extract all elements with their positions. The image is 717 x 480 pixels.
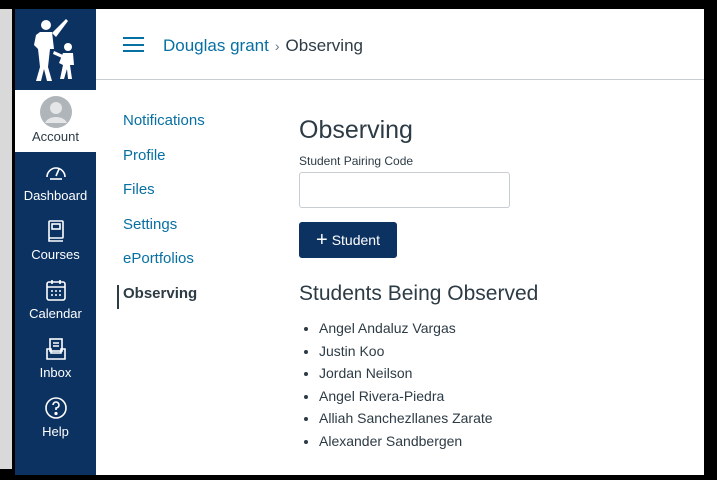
hamburger-menu-icon[interactable] xyxy=(123,37,144,52)
logo-icon xyxy=(33,18,74,81)
nav-courses-label: Courses xyxy=(31,247,80,262)
list-item: Angel Andaluz Vargas xyxy=(319,318,538,341)
menu-observing[interactable]: Observing xyxy=(117,284,205,309)
nav-inbox[interactable]: Inbox xyxy=(15,329,96,388)
menu-settings[interactable]: Settings xyxy=(123,216,205,251)
list-item: Justin Koo xyxy=(319,341,538,364)
observing-panel: Observing Student Pairing Code + Student… xyxy=(299,116,538,453)
list-item: Alliah Sanchezllanes Zarate xyxy=(319,408,538,431)
breadcrumb-user-link[interactable]: Douglas grant xyxy=(163,36,269,55)
inbox-icon xyxy=(44,337,68,361)
students-list: Angel Andaluz Vargas Justin Koo Jordan N… xyxy=(299,318,538,453)
help-icon xyxy=(44,396,68,420)
menu-eportfolios[interactable]: ePortfolios xyxy=(123,250,205,285)
dashboard-icon xyxy=(44,160,68,184)
nav-dashboard-label: Dashboard xyxy=(23,188,88,203)
nav-dashboard[interactable]: Dashboard xyxy=(15,152,96,211)
breadcrumb-separator-icon: › xyxy=(274,38,280,54)
list-item: Angel Rivera-Piedra xyxy=(319,386,538,409)
avatar-icon xyxy=(39,95,73,129)
nav-help-label: Help xyxy=(42,424,69,439)
nav-account[interactable]: Account xyxy=(15,90,96,152)
list-item: Jordan Neilson xyxy=(319,363,538,386)
profile-menu: Notifications Profile Files Settings ePo… xyxy=(117,112,205,309)
nav-calendar-label: Calendar xyxy=(29,306,82,321)
nav-courses[interactable]: Courses xyxy=(15,211,96,270)
menu-profile[interactable]: Profile xyxy=(123,147,205,182)
nav-account-label: Account xyxy=(32,129,79,144)
plus-icon: + xyxy=(316,229,328,251)
page-title: Observing xyxy=(299,116,413,144)
list-item: Alexander Sandbergen xyxy=(319,431,538,454)
nav-calendar[interactable]: Calendar xyxy=(15,270,96,329)
breadcrumb: Douglas grant › Observing xyxy=(163,36,363,56)
nav-help[interactable]: Help xyxy=(15,388,96,447)
main-content: Douglas grant › Observing Notifications Pr… xyxy=(96,9,704,475)
right-edge xyxy=(704,9,717,475)
add-student-button[interactable]: + Student xyxy=(299,222,397,258)
breadcrumb-current: Observing xyxy=(285,36,363,55)
pairing-code-input[interactable] xyxy=(299,172,510,208)
pairing-code-label: Student Pairing Code xyxy=(299,154,414,168)
calendar-icon xyxy=(44,278,68,302)
window-frame: Account Dashboard Courses Calendar Inbox… xyxy=(0,0,717,480)
global-navigation: Account Dashboard Courses Calendar Inbox… xyxy=(15,9,96,475)
courses-icon xyxy=(44,219,68,243)
page-header: Douglas grant › Observing xyxy=(96,9,704,80)
menu-files[interactable]: Files xyxy=(123,181,205,216)
menu-notifications[interactable]: Notifications xyxy=(123,112,205,147)
students-list-title: Students Being Observed xyxy=(299,282,539,305)
add-student-label: Student xyxy=(331,232,380,248)
school-logo[interactable] xyxy=(15,9,96,90)
nav-inbox-label: Inbox xyxy=(39,365,72,380)
left-edge xyxy=(0,9,12,469)
